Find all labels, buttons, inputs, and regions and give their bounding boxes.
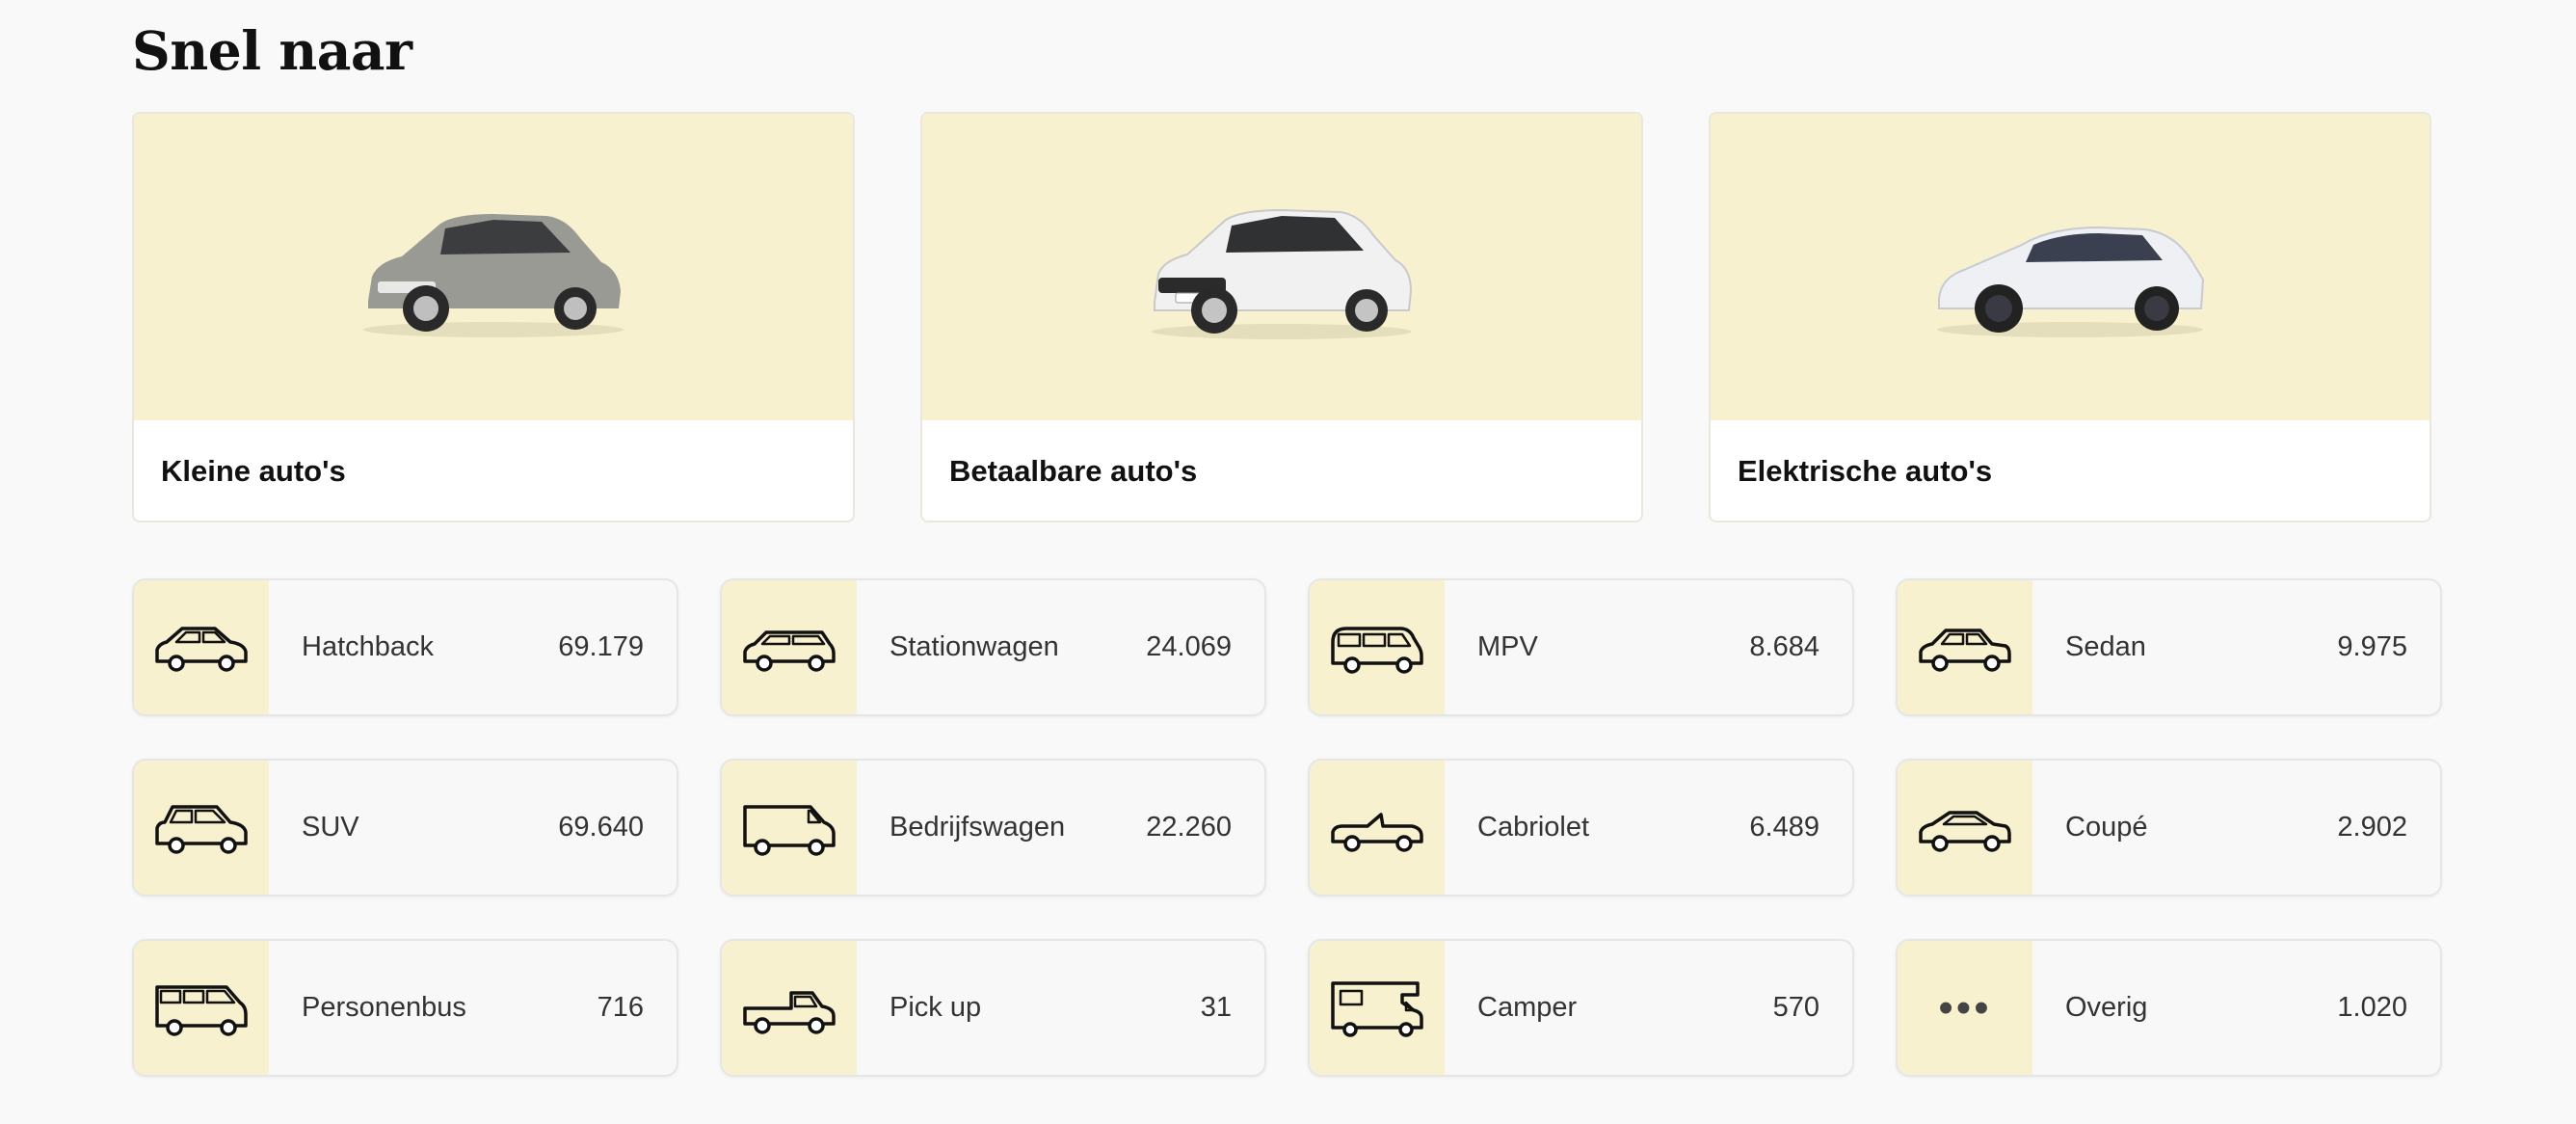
- body-type-count: 9.975: [2337, 631, 2407, 662]
- cabriolet-icon: [1331, 812, 1423, 852]
- minibus-icon: [155, 984, 248, 1036]
- body-type-count: 8.684: [1749, 631, 1819, 662]
- body-type-count: 22.260: [1146, 812, 1232, 843]
- body-type-label: MPV: [1477, 631, 1538, 662]
- page-title: Snel naar: [132, 19, 412, 82]
- quick-link-label: Elektrische auto's: [1738, 454, 1993, 488]
- body-type-cabriolet[interactable]: Cabriolet 6.489: [1308, 759, 1854, 897]
- camper-icon: [1331, 980, 1423, 1037]
- pickup-icon: [743, 990, 836, 1034]
- body-type-coupe[interactable]: Coupé 2.902: [1896, 759, 2442, 897]
- body-type-overig[interactable]: ••• Overig 1.020: [1896, 939, 2442, 1077]
- body-type-label: Personenbus: [302, 992, 466, 1023]
- body-type-label: SUV: [302, 812, 359, 843]
- body-type-suv[interactable]: SUV 69.640: [132, 759, 678, 897]
- body-type-label: Cabriolet: [1477, 812, 1590, 843]
- body-type-label: Coupé: [2065, 812, 2148, 843]
- body-type-bedrijfswagen[interactable]: Bedrijfswagen 22.260: [720, 759, 1266, 897]
- body-type-count: 716: [597, 992, 644, 1023]
- body-type-label: Camper: [1477, 992, 1578, 1023]
- car-image-white-electric-suv: [1711, 114, 2430, 420]
- body-type-label: Pick up: [890, 992, 982, 1023]
- body-type-label: Hatchback: [302, 631, 435, 662]
- body-type-count: 24.069: [1146, 631, 1232, 662]
- coupe-icon: [1919, 810, 2011, 852]
- body-type-stationwagen[interactable]: Stationwagen 24.069: [720, 578, 1266, 716]
- body-type-label: Overig: [2065, 992, 2148, 1023]
- body-type-count: 570: [1772, 992, 1819, 1023]
- body-type-hatchback[interactable]: Hatchback 69.179: [132, 578, 678, 716]
- body-type-count: 2.902: [2337, 812, 2407, 843]
- stationwagen-icon: [743, 629, 836, 672]
- quick-link-betaalbare-autos[interactable]: Betaalbare auto's: [920, 112, 1643, 522]
- body-type-count: 6.489: [1749, 812, 1819, 843]
- body-type-count: 69.179: [558, 631, 644, 662]
- body-type-personenbus[interactable]: Personenbus 716: [132, 939, 678, 1077]
- mpv-icon: [1331, 626, 1423, 674]
- van-icon: [743, 804, 836, 856]
- hatchback-icon: [155, 626, 248, 672]
- body-type-label: Bedrijfswagen: [890, 812, 1066, 843]
- body-type-label: Sedan: [2065, 631, 2146, 662]
- quick-link-label: Betaalbare auto's: [949, 454, 1198, 488]
- body-type-count: 1.020: [2337, 992, 2407, 1023]
- car-image-white-compact: [922, 114, 1641, 420]
- body-type-grid: Hatchback 69.179 Stationwagen 24.069 MPV…: [132, 578, 2442, 1077]
- body-type-sedan[interactable]: Sedan 9.975: [1896, 578, 2442, 716]
- car-image-grey-hatchback: [134, 114, 853, 420]
- body-type-pick-up[interactable]: Pick up 31: [720, 939, 1266, 1077]
- body-type-label: Stationwagen: [890, 631, 1059, 662]
- body-type-count: 31: [1200, 992, 1232, 1023]
- suv-icon: [155, 804, 248, 854]
- quick-links: Kleine auto's Betaalbare auto's Elektris…: [132, 112, 2431, 522]
- quick-link-label: Kleine auto's: [161, 454, 346, 488]
- body-type-camper[interactable]: Camper 570: [1308, 939, 1854, 1077]
- quick-link-elektrische-autos[interactable]: Elektrische auto's: [1709, 112, 2431, 522]
- body-type-count: 69.640: [558, 812, 644, 843]
- body-type-mpv[interactable]: MPV 8.684: [1308, 578, 1854, 716]
- more-icon: •••: [1938, 983, 1992, 1031]
- sedan-icon: [1919, 628, 2011, 672]
- quick-link-kleine-autos[interactable]: Kleine auto's: [132, 112, 855, 522]
